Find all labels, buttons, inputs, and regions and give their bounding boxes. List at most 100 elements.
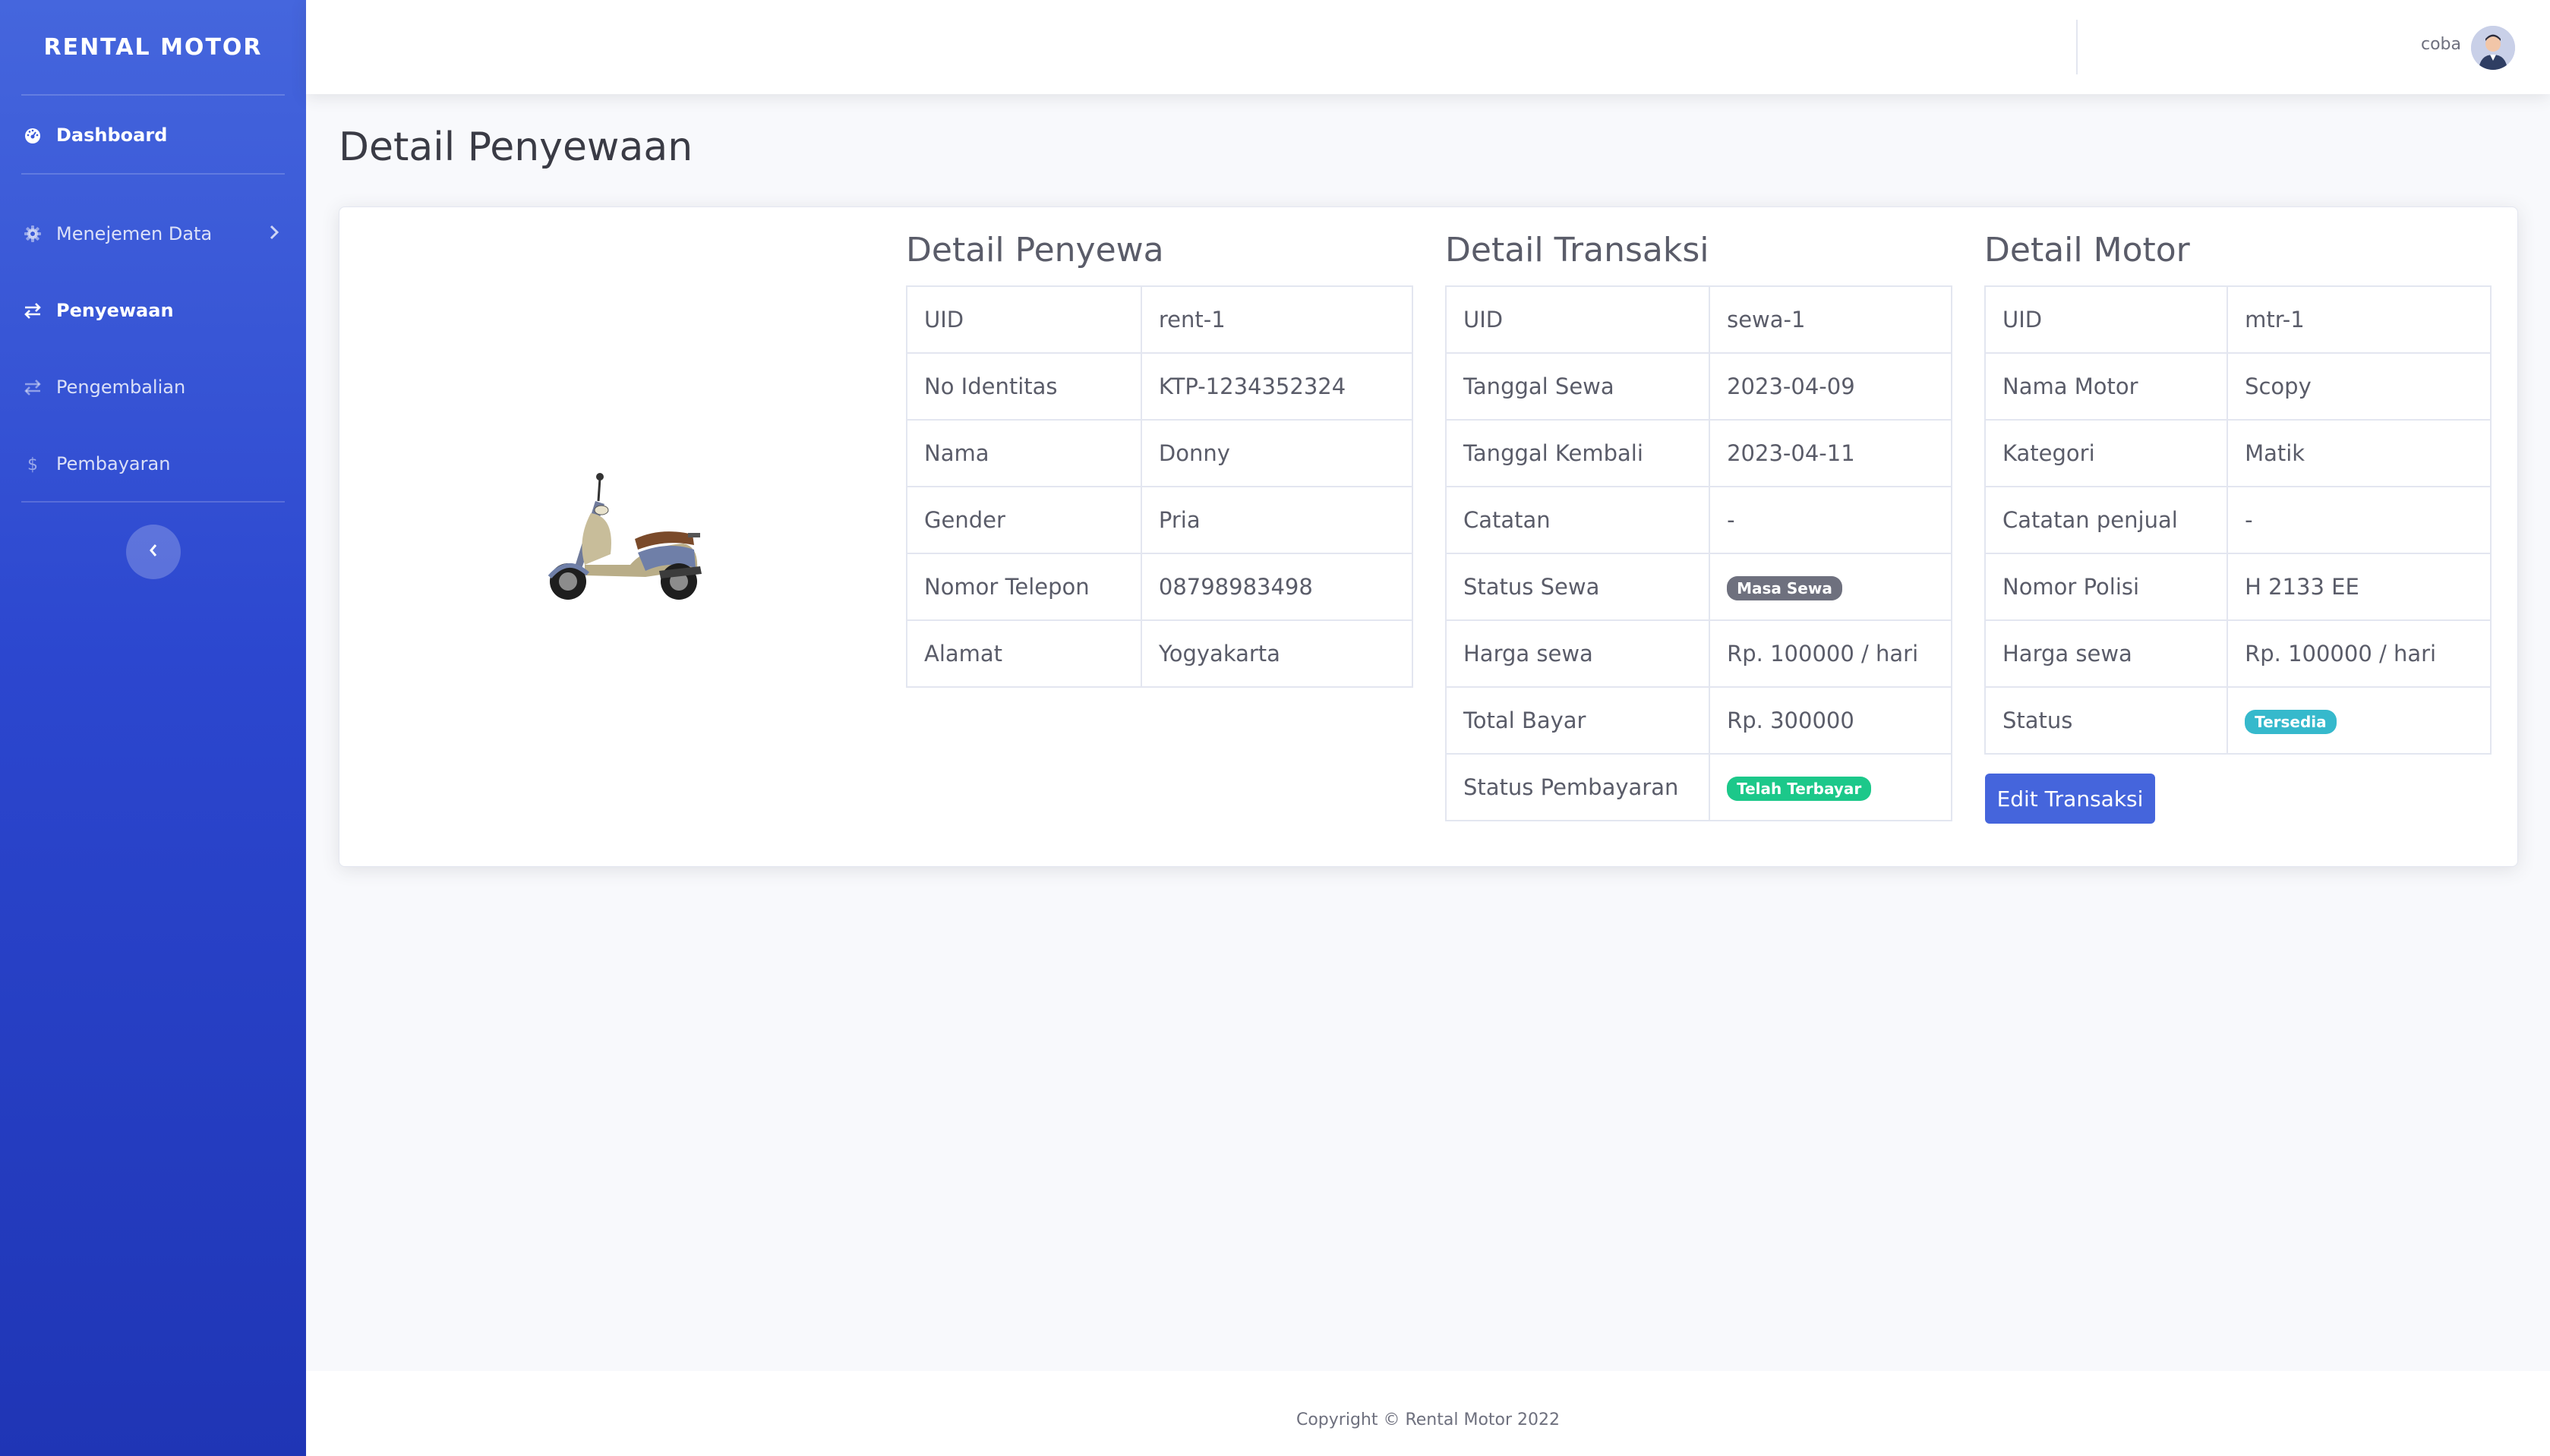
row-label: UID xyxy=(1984,285,2229,354)
row-label: Status Pembayaran xyxy=(1444,753,1711,821)
row-value: 2023-04-09 xyxy=(1709,352,1952,421)
table-row: Tanggal Sewa 2023-04-09 xyxy=(1444,352,1952,421)
motor-table: UID mtr-1 Nama Motor Scopy Kategori Matik C… xyxy=(1984,285,2492,755)
row-value: sewa-1 xyxy=(1709,285,1952,354)
row-label: Total Bayar xyxy=(1444,686,1711,755)
gear-icon xyxy=(23,224,43,244)
row-label: Tanggal Sewa xyxy=(1444,352,1711,421)
section-title-motor: Detail Motor xyxy=(1984,231,2190,269)
row-label: Gender xyxy=(906,486,1142,554)
row-value: Rp. 100000 / hari xyxy=(2227,619,2492,688)
row-label: Catatan penjual xyxy=(1984,486,2229,554)
row-label: Kategori xyxy=(1984,419,2229,487)
sidebar-item-dashboard[interactable]: Dashboard xyxy=(0,108,306,162)
section-title-penyewa: Detail Penyewa xyxy=(906,231,1164,269)
table-row: Status Sewa Masa Sewa xyxy=(1444,553,1952,621)
row-label: Status xyxy=(1984,686,2229,755)
sidebar-divider xyxy=(21,501,285,503)
table-row: Alamat Yogyakarta xyxy=(906,619,1414,688)
row-value: KTP-1234352324 xyxy=(1140,352,1414,421)
table-row: No Identitas KTP-1234352324 xyxy=(906,352,1414,421)
row-value: Telah Terbayar xyxy=(1709,753,1952,821)
table-row: Nomor Telepon 08798983498 xyxy=(906,553,1414,621)
row-value: H 2133 EE xyxy=(2227,553,2492,621)
table-row: Status Pembayaran Telah Terbayar xyxy=(1444,753,1952,821)
row-label: Nomor Polisi xyxy=(1984,553,2229,621)
page-title: Detail Penyewaan xyxy=(339,124,693,170)
exchange-arrows-icon xyxy=(23,301,43,320)
user-avatar[interactable] xyxy=(2471,26,2515,70)
table-row: Status Tersedia xyxy=(1984,686,2492,755)
table-row: Catatan penjual - xyxy=(1984,486,2492,554)
row-label: UID xyxy=(1444,285,1711,354)
row-value: 2023-04-11 xyxy=(1709,419,1952,487)
dollar-icon: $ xyxy=(23,454,43,474)
table-row: Harga sewa Rp. 100000 / hari xyxy=(1444,619,1952,688)
row-value: rent-1 xyxy=(1140,285,1414,354)
sidebar-item-label: Penyewaan xyxy=(56,300,174,321)
table-row: Gender Pria xyxy=(906,486,1414,554)
row-value: Masa Sewa xyxy=(1709,553,1952,621)
sidebar-item-pengembalian[interactable]: Pengembalian xyxy=(0,360,306,414)
row-value: mtr-1 xyxy=(2227,285,2492,354)
table-row: Nomor Polisi H 2133 EE xyxy=(1984,553,2492,621)
table-row: Nama Motor Scopy xyxy=(1984,352,2492,421)
topbar xyxy=(306,0,2550,94)
sidebar-item-pembayaran[interactable]: $ Pembayaran xyxy=(0,436,306,491)
table-row: Tanggal Kembali 2023-04-11 xyxy=(1444,419,1952,487)
sidebar-divider xyxy=(21,94,285,96)
row-value: Rp. 300000 xyxy=(1709,686,1952,755)
row-value: Pria xyxy=(1140,486,1414,554)
row-value: - xyxy=(2227,486,2492,554)
status-pembayaran-badge: Telah Terbayar xyxy=(1727,777,1872,801)
motorcycle-image xyxy=(532,471,711,601)
row-label: Nama xyxy=(906,419,1142,487)
row-value: Rp. 100000 / hari xyxy=(1709,619,1952,688)
sidebar: RENTAL MOTOR Dashboard Menejemen Data Pe… xyxy=(0,0,306,1456)
svg-text:$: $ xyxy=(27,455,38,474)
status-motor-badge: Tersedia xyxy=(2245,710,2337,734)
transaksi-table: UID sewa-1 Tanggal Sewa 2023-04-09 Tanggal… xyxy=(1444,285,1952,821)
table-row: Harga sewa Rp. 100000 / hari xyxy=(1984,619,2492,688)
row-value: - xyxy=(1709,486,1952,554)
row-label: Nomor Telepon xyxy=(906,553,1142,621)
sidebar-item-penyewaan[interactable]: Penyewaan xyxy=(0,283,306,338)
table-row: Catatan - xyxy=(1444,486,1952,554)
chevron-right-icon xyxy=(268,223,280,246)
table-row: Nama Donny xyxy=(906,419,1414,487)
row-value: Donny xyxy=(1140,419,1414,487)
row-value: 08798983498 xyxy=(1140,553,1414,621)
row-label: Alamat xyxy=(906,619,1142,688)
row-label: Status Sewa xyxy=(1444,553,1711,621)
user-name[interactable]: coba xyxy=(2421,35,2461,54)
table-row: UID sewa-1 xyxy=(1444,285,1952,354)
topbar-divider xyxy=(2076,20,2078,74)
exchange-arrows-icon xyxy=(23,377,43,397)
row-value: Scopy xyxy=(2227,352,2492,421)
chevron-left-icon xyxy=(147,542,159,562)
row-value: Matik xyxy=(2227,419,2492,487)
table-row: Kategori Matik xyxy=(1984,419,2492,487)
sidebar-divider xyxy=(21,173,285,175)
status-sewa-badge: Masa Sewa xyxy=(1727,576,1842,600)
table-row: Total Bayar Rp. 300000 xyxy=(1444,686,1952,755)
row-label: UID xyxy=(906,285,1142,354)
sidebar-item-label: Dashboard xyxy=(56,124,168,146)
table-row: UID rent-1 xyxy=(906,285,1414,354)
brand-logo-text[interactable]: RENTAL MOTOR xyxy=(0,0,306,94)
row-value: Yogyakarta xyxy=(1140,619,1414,688)
sidebar-item-label: Menejemen Data xyxy=(56,223,213,244)
row-label: Harga sewa xyxy=(1444,619,1711,688)
row-label: No Identitas xyxy=(906,352,1142,421)
penyewa-table: UID rent-1 No Identitas KTP-1234352324 Nam… xyxy=(906,285,1414,688)
row-label: Harga sewa xyxy=(1984,619,2229,688)
sidebar-toggle-button[interactable] xyxy=(126,525,181,579)
sidebar-item-label: Pengembalian xyxy=(56,377,186,398)
section-title-transaksi: Detail Transaksi xyxy=(1445,231,1709,269)
sidebar-item-menejemen-data[interactable]: Menejemen Data xyxy=(0,206,306,261)
edit-transaksi-button[interactable]: Edit Transaksi xyxy=(1985,774,2155,824)
row-value: Tersedia xyxy=(2227,686,2492,755)
row-label: Catatan xyxy=(1444,486,1711,554)
row-label: Tanggal Kembali xyxy=(1444,419,1711,487)
sidebar-item-label: Pembayaran xyxy=(56,453,171,474)
